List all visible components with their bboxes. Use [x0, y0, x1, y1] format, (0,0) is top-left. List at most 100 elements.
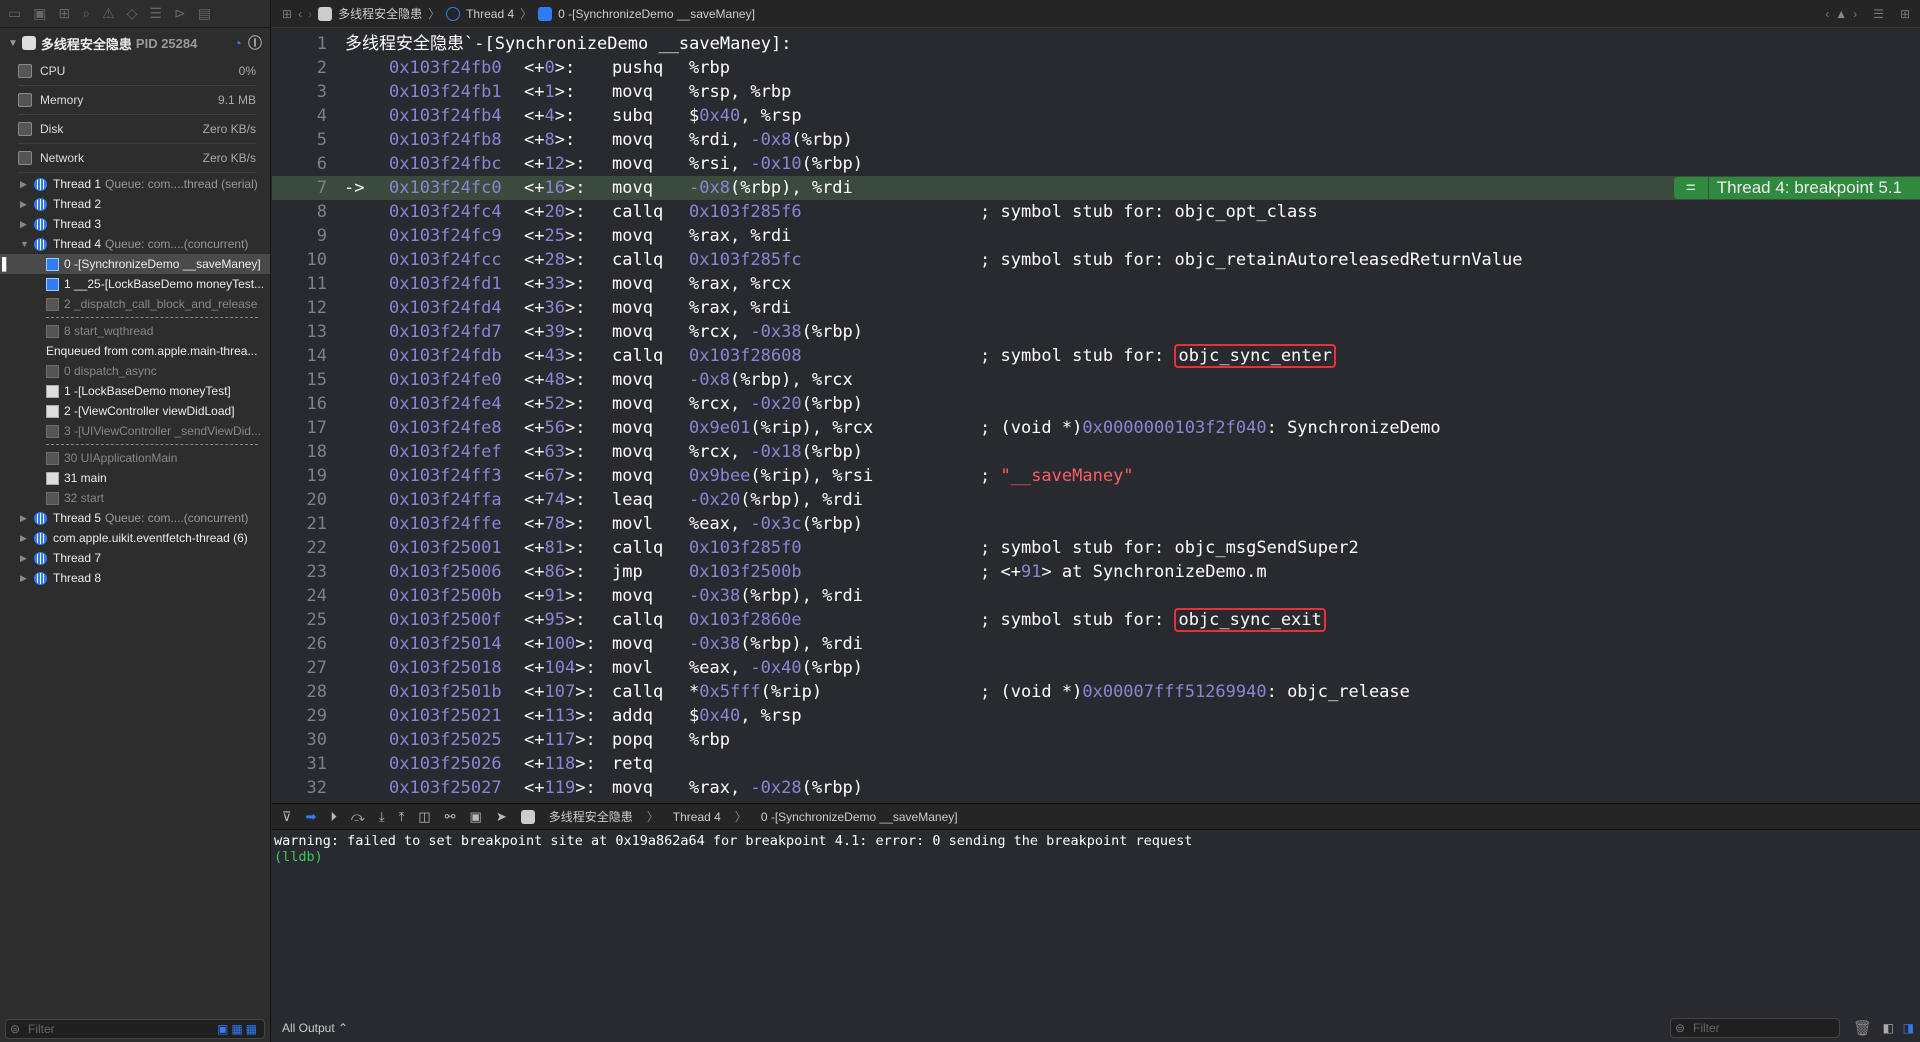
- related-items-icon[interactable]: ⊞: [282, 7, 292, 21]
- next-issue-icon[interactable]: ›: [1853, 7, 1857, 21]
- disclosure-collapsed-icon[interactable]: ▶: [20, 573, 30, 584]
- gauge-icon[interactable]: ◔: [234, 35, 242, 51]
- warning-icon[interactable]: ⚠: [102, 5, 115, 22]
- console-filter-input[interactable]: ⊜ Filter: [1670, 1018, 1840, 1038]
- continue-icon[interactable]: ⏵: [330, 809, 337, 825]
- thread-row[interactable]: ▶ com.apple.uikit.eventfetch-thread (6): [0, 528, 270, 548]
- stack-frame-row[interactable]: 30 UIApplicationMain: [0, 448, 270, 468]
- disassembly-line[interactable]: 23 0x103f25006 <+86>: jmp 0x103f2500b ; <+91>…: [272, 560, 1920, 584]
- disassembly-line[interactable]: 12 0x103f24fd4 <+36>: movq %rax, %rdi: [272, 296, 1920, 320]
- disassembly-line[interactable]: 14 0x103f24fdb <+43>: callq 0x103f28608 ; sym…: [272, 344, 1920, 368]
- folder-icon[interactable]: ▭: [8, 5, 21, 22]
- show-variables-icon[interactable]: ◧: [1883, 1021, 1894, 1035]
- lldb-console[interactable]: warning: failed to set breakpoint site a…: [272, 831, 1920, 1011]
- stack-frame-row[interactable]: 0 -[SynchronizeDemo __saveManey] ▌: [0, 254, 270, 274]
- breadcrumb-app[interactable]: 多线程安全隐患: [338, 5, 422, 22]
- filter-options-icon[interactable]: ▣▦▦: [217, 1022, 260, 1036]
- step-out-icon[interactable]: ⤒: [399, 809, 405, 825]
- test-icon[interactable]: ◇: [127, 5, 138, 22]
- process-row[interactable]: ▼ 多线程安全隐患 PID 25284 ◔ Ⓘ: [0, 28, 270, 58]
- thread-row[interactable]: ▼ Thread 4 Queue: com....(concurrent): [0, 234, 270, 254]
- disassembly-line[interactable]: 28 0x103f2501b <+107>: callq *0x5fff(%rip) ; …: [272, 680, 1920, 704]
- disassembly-line[interactable]: 17 0x103f24fe8 <+56>: movq 0x9e01(%rip), %rc…: [272, 416, 1920, 440]
- stack-frame-row[interactable]: 31 main: [0, 468, 270, 488]
- show-console-icon[interactable]: ◨: [1903, 1021, 1914, 1035]
- report-icon[interactable]: ▤: [198, 5, 211, 22]
- simulate-location-icon[interactable]: ➤: [496, 809, 507, 825]
- thread-row[interactable]: ▶ Thread 3: [0, 214, 270, 234]
- memory-graph-icon[interactable]: ⚯: [445, 809, 456, 825]
- disassembly-line[interactable]: 18 0x103f24fef <+63>: movq %rcx, -0x18(%rbp): [272, 440, 1920, 464]
- disassembly-line[interactable]: 26 0x103f25014 <+100>: movq -0x38(%rbp), %rd…: [272, 632, 1920, 656]
- hierarchy-icon[interactable]: ⊞: [58, 5, 70, 22]
- disassembly-line[interactable]: 10 0x103f24fcc <+28>: callq 0x103f285fc ; sym…: [272, 248, 1920, 272]
- disclosure-collapsed-icon[interactable]: ▶: [20, 179, 30, 190]
- disassembly-line[interactable]: 7 -> 0x103f24fc0 <+16>: movq -0x8(%rbp), %rdi…: [272, 176, 1920, 200]
- thread-row[interactable]: ▶ Thread 5 Queue: com....(concurrent): [0, 508, 270, 528]
- disclosure-expanded-icon[interactable]: ▼: [20, 239, 30, 249]
- thread-row[interactable]: ▶ Thread 8: [0, 568, 270, 588]
- breadcrumb-frame[interactable]: 0 -[SynchronizeDemo __saveManey]: [558, 7, 755, 21]
- breakpoint-annotation[interactable]: = Thread 4: breakpoint 5.1: [1673, 176, 1920, 200]
- disassembly-line[interactable]: 32 0x103f25027 <+119>: movq %rax, -0x28(%rbp…: [272, 776, 1920, 800]
- step-over-icon[interactable]: ⤼: [351, 809, 365, 825]
- thread-row[interactable]: ▶ Thread 7: [0, 548, 270, 568]
- sidebar-filter-input[interactable]: ⊜ Filter ▣▦▦: [5, 1019, 265, 1039]
- disassembly-line[interactable]: 9 0x103f24fc9 <+25>: movq %rax, %rdi: [272, 224, 1920, 248]
- disclosure-collapsed-icon[interactable]: ▶: [20, 199, 30, 210]
- stack-frame-row[interactable]: 3 -[UIViewController _sendViewDid...: [0, 421, 270, 441]
- disassembly-line[interactable]: 25 0x103f2500f <+95>: callq 0x103f2860e ; sym…: [272, 608, 1920, 632]
- step-into-icon[interactable]: ⤓: [379, 809, 385, 825]
- environment-overrides-icon[interactable]: ▣: [470, 809, 482, 825]
- pause-threads-icon[interactable]: Ⓘ: [248, 33, 262, 53]
- disassembly-line[interactable]: 2 0x103f24fb0 <+0>: pushq %rbp: [272, 56, 1920, 80]
- disassembly-line[interactable]: 30 0x103f25025 <+117>: popq %rbp: [272, 728, 1920, 752]
- stack-frame-row[interactable]: 2 -[ViewController viewDidLoad]: [0, 401, 270, 421]
- back-icon[interactable]: ‹: [298, 7, 302, 21]
- disassembly-line[interactable]: 4 0x103f24fb4 <+4>: subq $0x40, %rsp: [272, 104, 1920, 128]
- prev-issue-icon[interactable]: ‹: [1825, 7, 1829, 21]
- editor-options-icon[interactable]: ☰: [1873, 7, 1884, 21]
- breakpoint-icon[interactable]: ⊳: [174, 5, 186, 22]
- stack-frame-row[interactable]: 0 dispatch_async: [0, 361, 270, 381]
- disassembly-editor[interactable]: 1 多线程安全隐患`-[SynchronizeDemo __saveManey]:…: [272, 32, 1920, 802]
- stack-frame-row[interactable]: 1 -[LockBaseDemo moneyTest]: [0, 381, 270, 401]
- gauge-cpu[interactable]: CPU 0%: [18, 56, 256, 86]
- disassembly-line[interactable]: 21 0x103f24ffe <+78>: movl %eax, -0x3c(%rbp): [272, 512, 1920, 536]
- gauge-network[interactable]: Network Zero KB/s: [18, 143, 256, 173]
- disclosure-collapsed-icon[interactable]: ▶: [20, 553, 30, 564]
- disassembly-line[interactable]: 20 0x103f24ffa <+74>: leaq -0x20(%rbp), %rdi: [272, 488, 1920, 512]
- thread-row[interactable]: ▶ Thread 1 Queue: com....thread (serial): [0, 174, 270, 194]
- disassembly-line[interactable]: 15 0x103f24fe0 <+48>: movq -0x8(%rbp), %rcx: [272, 368, 1920, 392]
- debug-breadcrumb-app[interactable]: 多线程安全隐患: [549, 808, 633, 825]
- stack-frame-row[interactable]: 2 _dispatch_call_block_and_release: [0, 294, 270, 314]
- disassembly-line[interactable]: 31 0x103f25026 <+118>: retq: [272, 752, 1920, 776]
- disassembly-line[interactable]: 13 0x103f24fd7 <+39>: movq %rcx, -0x38(%rbp): [272, 320, 1920, 344]
- disassembly-line[interactable]: 5 0x103f24fb8 <+8>: movq %rdi, -0x8(%rbp): [272, 128, 1920, 152]
- disassembly-line[interactable]: 27 0x103f25018 <+104>: movl %eax, -0x40(%rbp…: [272, 656, 1920, 680]
- gauge-memory[interactable]: Memory 9.1 MB: [18, 85, 256, 115]
- disassembly-line[interactable]: 11 0x103f24fd1 <+33>: movq %rax, %rcx: [272, 272, 1920, 296]
- search-icon[interactable]: ⌕: [82, 5, 90, 22]
- disassembly-line[interactable]: 29 0x103f25021 <+113>: addq $0x40, %rsp: [272, 704, 1920, 728]
- breadcrumb-thread[interactable]: Thread 4: [466, 7, 514, 21]
- stack-frame-row[interactable]: 8 start_wqthread: [0, 321, 270, 341]
- source-control-icon[interactable]: ▣: [33, 5, 46, 22]
- forward-icon[interactable]: ›: [308, 7, 312, 21]
- stack-frame-row[interactable]: 32 start: [0, 488, 270, 508]
- disclosure-collapsed-icon[interactable]: ▶: [20, 513, 30, 524]
- disclosure-collapsed-icon[interactable]: ▶: [20, 533, 30, 544]
- disclosure-collapsed-icon[interactable]: ▶: [20, 219, 30, 230]
- disassembly-line[interactable]: 24 0x103f2500b <+91>: movq -0x38(%rbp), %rdi: [272, 584, 1920, 608]
- add-editor-icon[interactable]: ⊞: [1900, 7, 1910, 21]
- disassembly-line[interactable]: 22 0x103f25001 <+81>: callq 0x103f285f0 ; sym…: [272, 536, 1920, 560]
- disassembly-line[interactable]: 8 0x103f24fc4 <+20>: callq 0x103f285f6 ; symb…: [272, 200, 1920, 224]
- debug-icon[interactable]: ☰: [149, 5, 162, 22]
- disassembly-line[interactable]: 6 0x103f24fbc <+12>: movq %rsi, -0x10(%rbp): [272, 152, 1920, 176]
- debug-breadcrumb-thread[interactable]: Thread 4: [673, 810, 721, 824]
- disassembly-line[interactable]: 19 0x103f24ff3 <+67>: movq 0x9bee(%rip), %rs…: [272, 464, 1920, 488]
- breakpoints-toggle-icon[interactable]: ➡: [306, 809, 317, 825]
- hide-debug-area-icon[interactable]: ⊽: [282, 809, 292, 825]
- stack-frame-row[interactable]: 1 __25-[LockBaseDemo moneyTest...: [0, 274, 270, 294]
- disassembly-line[interactable]: 16 0x103f24fe4 <+52>: movq %rcx, -0x20(%rbp): [272, 392, 1920, 416]
